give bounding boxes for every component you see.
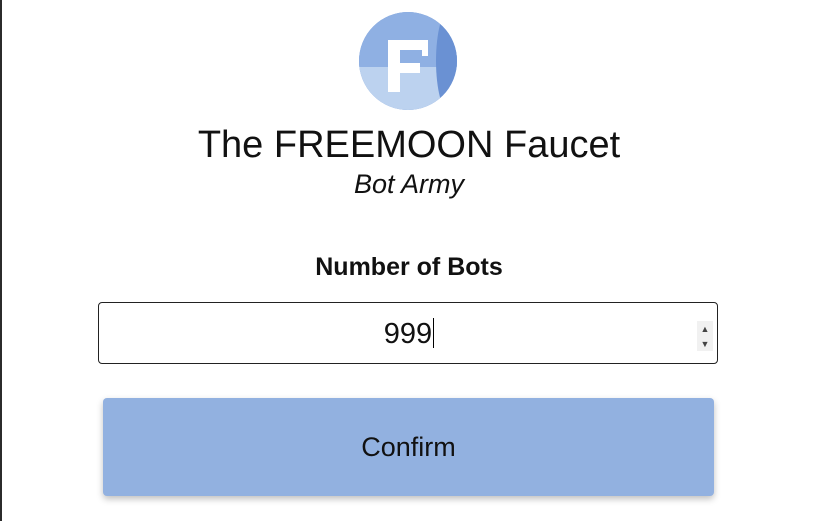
page-title: The FREEMOON Faucet — [197, 124, 621, 166]
input-value-text: 999 — [383, 318, 433, 350]
spin-up-icon[interactable]: ▲ — [697, 321, 713, 336]
text-caret — [433, 318, 435, 349]
confirm-button[interactable]: Confirm — [103, 398, 714, 496]
number-of-bots-label: Number of Bots — [315, 253, 503, 281]
page-subtitle: Bot Army — [353, 169, 465, 199]
freemoon-logo-icon — [358, 11, 458, 111]
number-of-bots-input[interactable]: 999 ▲ ▼ — [98, 302, 718, 364]
spin-down-icon[interactable]: ▼ — [697, 336, 713, 351]
number-spinner[interactable]: ▲ ▼ — [697, 321, 713, 351]
number-of-bots-value: 999 — [99, 303, 719, 365]
